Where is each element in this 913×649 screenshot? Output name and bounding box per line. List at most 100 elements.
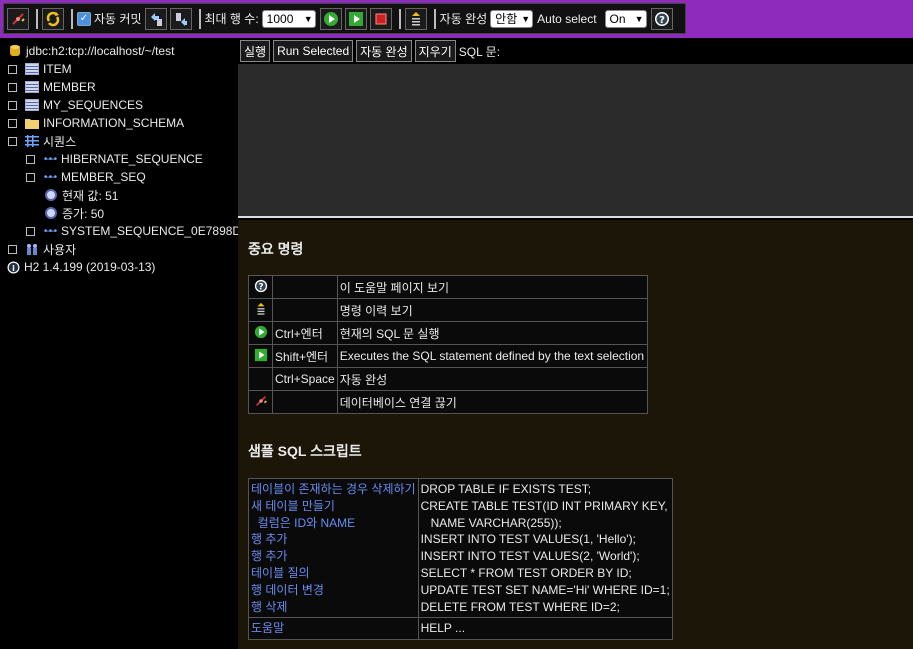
command-shortcut: Ctrl+엔터 [272, 321, 338, 345]
command-description: 현재의 SQL 문 실행 [336, 321, 649, 345]
table-row: 테이블이 존재하는 경우 삭제하기 새 테이블 만들기 컬럼은 ID와 NAME… [248, 477, 673, 619]
command-shortcut: Ctrl+Space [272, 367, 338, 391]
table-row: 데이터베이스 연결 끊기 [248, 390, 649, 414]
stop-icon [375, 13, 387, 24]
expand-icon[interactable] [26, 154, 35, 164]
folder-icon [25, 117, 39, 129]
tree-item-table[interactable]: ITEM [8, 60, 72, 78]
toolbar-panel: ✓ 자동 커밋 최대 행 수: 1000 ▼ 자동 완성 안함 ▼ Auto s… [3, 3, 686, 34]
sequence-icon: •-•-• [43, 225, 57, 237]
disconnect-button[interactable] [7, 7, 29, 30]
history-button[interactable] [404, 7, 427, 30]
command-description: 데이터베이스 연결 끊기 [336, 390, 649, 414]
rollback-button[interactable] [144, 7, 167, 30]
help-command: HELP ... [417, 617, 673, 641]
tree-item-table[interactable]: MY_SEQUENCES [8, 96, 143, 114]
svg-text:?: ? [258, 282, 263, 292]
svg-text:i: i [12, 264, 15, 273]
sample-sql-line: INSERT INTO TEST VALUES(2, 'World'); [420, 549, 640, 564]
tree-item-property[interactable]: 현재 값: 51 [44, 186, 118, 204]
sample-link[interactable]: 행 삭제 [251, 599, 416, 616]
toolbar: ✓ 자동 커밋 최대 행 수: 1000 ▼ 자동 완성 안함 ▼ Auto s… [0, 0, 913, 38]
autocommit-checkbox[interactable]: ✓ [77, 11, 91, 26]
refresh-button[interactable] [42, 7, 64, 30]
autoselect-select[interactable]: On ▼ [604, 9, 647, 28]
run-selected-button[interactable] [344, 7, 367, 30]
sql-editor[interactable] [238, 64, 913, 218]
tree-connection[interactable]: jdbc:h2:tcp://localhost/~/test [8, 42, 174, 60]
tree-item-label: MEMBER [43, 80, 96, 94]
table-icon [25, 63, 39, 75]
expand-icon[interactable] [8, 244, 17, 254]
clear-button[interactable]: 지우기 [414, 40, 456, 62]
tree-item-label: 현재 값: 51 [62, 188, 119, 203]
tree-item-label: MEMBER_SEQ [61, 170, 146, 184]
rollback-icon [150, 12, 162, 26]
max-rows-select[interactable]: 1000 ▼ [261, 9, 316, 28]
tree-item-label: 시퀀스 [43, 134, 77, 149]
autoselect-label: Auto select [537, 11, 597, 26]
tree-item-sequences[interactable]: 시퀀스 [8, 132, 76, 150]
table-row: Ctrl+Space 자동 완성 [248, 367, 649, 391]
sample-link[interactable]: 새 테이블 만들기 [251, 498, 416, 515]
help-link[interactable]: 도움말 [251, 621, 284, 635]
sample-link[interactable]: 테이블 질의 [251, 565, 416, 582]
sample-link[interactable]: 행 추가 [251, 531, 416, 548]
help-icon: ? [654, 11, 669, 26]
database-tree: jdbc:h2:tcp://localhost/~/test ITEM MEMB… [0, 38, 238, 649]
tree-item-label: INFORMATION_SCHEMA [43, 116, 185, 130]
chevron-down-icon: ▼ [634, 13, 644, 24]
expand-icon[interactable] [26, 172, 35, 182]
expand-icon[interactable] [8, 82, 17, 92]
property-dot-icon [44, 207, 58, 219]
history-icon [257, 302, 264, 315]
run-sql-button[interactable]: 실행 [240, 40, 271, 62]
chevron-down-icon: ▼ [521, 13, 531, 24]
expand-icon[interactable] [26, 226, 35, 236]
tree-item-sequence[interactable]: •-•-• SYSTEM_SEQUENCE_0E7898D [26, 222, 238, 240]
run-selected-icon [254, 348, 267, 361]
expand-icon[interactable] [8, 100, 17, 110]
autocomplete-select[interactable]: 안함 ▼ [490, 9, 534, 28]
expand-icon[interactable] [8, 118, 17, 128]
sample-link[interactable]: 테이블이 존재하는 경우 삭제하기 [251, 481, 416, 498]
sample-sql-line: CREATE TABLE TEST(ID INT PRIMARY KEY, [420, 498, 668, 513]
tree-item-schema[interactable]: INFORMATION_SCHEMA [8, 114, 184, 132]
commands-table: ? 이 도움말 페이지 보기 명령 이력 보기 Ctrl+엔터 현재의 SQL … [248, 275, 649, 414]
run-selected-sql-button[interactable]: Run Selected [273, 40, 354, 62]
tree-item-label: ITEM [43, 62, 72, 76]
max-rows-value: 1000 [266, 11, 294, 26]
expand-icon[interactable] [8, 136, 17, 146]
sequence-icon: •-•-• [43, 171, 57, 183]
sample-labels-cell: 테이블이 존재하는 경우 삭제하기 새 테이블 만들기 컬럼은 ID와 NAME… [248, 477, 419, 619]
sample-sql-table: 테이블이 존재하는 경우 삭제하기 새 테이블 만들기 컬럼은 ID와 NAME… [248, 477, 673, 641]
sample-link[interactable]: 행 데이터 변경 [251, 582, 416, 599]
stop-button[interactable] [369, 7, 392, 30]
svg-text:?: ? [659, 15, 665, 26]
max-rows-label: 최대 행 수: [204, 12, 259, 26]
toolbar-separator [398, 8, 401, 29]
tree-item-sequence[interactable]: •-•-• MEMBER_SEQ [26, 168, 146, 186]
table-row: Shift+엔터 Executes the SQL statement defi… [248, 344, 649, 368]
autoselect-value: On [609, 11, 626, 26]
expand-icon[interactable] [8, 64, 17, 74]
disconnect-icon [255, 395, 267, 406]
sample-sql-line: DELETE FROM TEST WHERE ID=2; [420, 599, 620, 614]
users-icon [25, 243, 39, 255]
tree-item-label: SYSTEM_SEQUENCE_0E7898D [61, 224, 238, 238]
sample-link[interactable]: 컬럼은 ID와 NAME [251, 515, 416, 532]
sample-link[interactable]: 행 추가 [251, 548, 416, 565]
run-button[interactable] [319, 7, 342, 30]
tree-item-users[interactable]: 사용자 [8, 240, 76, 258]
help-button[interactable]: ? [650, 7, 673, 30]
toolbar-separator [71, 8, 73, 29]
tree-item-table[interactable]: MEMBER [8, 78, 96, 96]
autocomplete-button[interactable]: 자동 완성 [356, 40, 412, 62]
toolbar-separator [433, 8, 436, 29]
command-description: 이 도움말 페이지 보기 [336, 275, 649, 299]
autocomplete-label: 자동 완성 [439, 12, 488, 26]
tree-item-property[interactable]: 증가: 50 [44, 204, 104, 222]
commit-button[interactable] [169, 7, 192, 30]
sample-sql-cell: DROP TABLE IF EXISTS TEST; CREATE TABLE … [417, 477, 673, 619]
tree-item-sequence[interactable]: •-•-• HIBERNATE_SEQUENCE [26, 150, 203, 168]
